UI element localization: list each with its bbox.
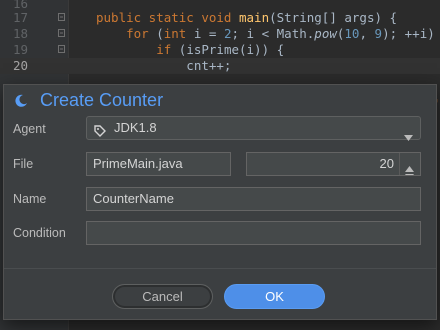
- name-field[interactable]: CounterName: [86, 187, 421, 211]
- line-number: 18: [12, 26, 28, 41]
- fold-icon[interactable]: [58, 29, 65, 37]
- agent-label: Agent: [13, 122, 46, 136]
- condition-field[interactable]: [86, 221, 421, 245]
- condition-label: Condition: [13, 226, 66, 240]
- moon-icon: [14, 93, 28, 107]
- dialog-title: Create Counter: [40, 89, 164, 110]
- name-label: Name: [13, 192, 47, 206]
- file-label: File: [13, 157, 34, 171]
- ok-button[interactable]: OK: [224, 284, 325, 309]
- file-field[interactable]: PrimeMain.java: [86, 152, 231, 176]
- fold-icon[interactable]: [58, 13, 65, 21]
- code-line[interactable]: 19 if (isPrime(i)) {: [0, 42, 440, 58]
- code-line[interactable]: 18 for (int i = 2; i < Math.pow(10, 9); …: [0, 26, 440, 42]
- agent-dropdown[interactable]: JDK1.8: [86, 116, 421, 141]
- create-counter-dialog: Create Counter Agent JDK1.8 File PrimeMa…: [3, 84, 437, 320]
- code-text: if (isPrime(i)) {: [156, 42, 285, 57]
- line-number: 20: [12, 58, 28, 73]
- dialog-divider: [4, 268, 436, 269]
- line-number: 17: [12, 10, 28, 25]
- code-text: for (int i = 2; i < Math.pow(10, 9); ++i…: [126, 26, 435, 41]
- code-text: cnt++;: [96, 58, 232, 73]
- fold-icon[interactable]: [58, 45, 65, 53]
- chevron-down-icon[interactable]: [404, 126, 413, 141]
- stepper-down-icon[interactable]: [405, 165, 414, 175]
- stepper-up-icon[interactable]: [405, 157, 414, 172]
- line-number-stepper[interactable]: 20: [246, 152, 421, 176]
- agent-value: JDK1.8: [114, 120, 157, 135]
- stepper-buttons: [399, 153, 420, 175]
- line-number-value: 20: [379, 156, 394, 171]
- line-number: 19: [12, 42, 28, 57]
- cancel-button[interactable]: Cancel: [112, 284, 213, 309]
- code-text: public static void main(String[] args) {: [96, 10, 398, 25]
- dialog-title-bar: Create Counter: [14, 87, 163, 113]
- tag-icon: [94, 122, 106, 137]
- code-line-current[interactable]: 20 cnt++;: [0, 58, 440, 74]
- code-line[interactable]: 17 public static void main(String[] args…: [0, 10, 440, 26]
